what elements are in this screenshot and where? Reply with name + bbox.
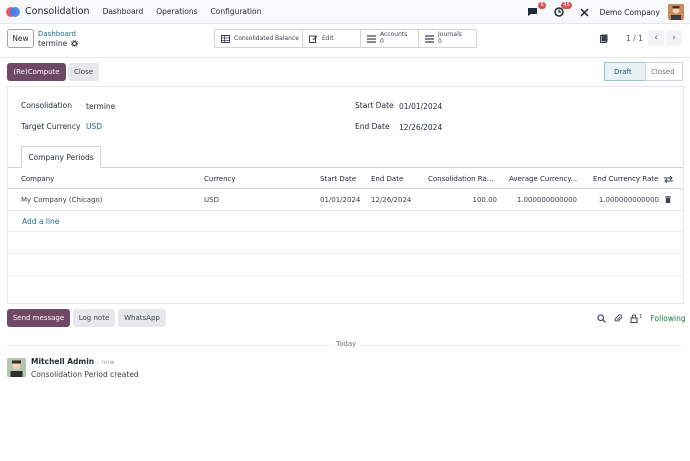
list-icon bbox=[425, 34, 434, 43]
breadcrumb-current: termine bbox=[38, 39, 79, 48]
following-button[interactable]: Following bbox=[651, 314, 686, 323]
debug-button[interactable] bbox=[578, 5, 592, 19]
column-currency[interactable]: Currency bbox=[204, 175, 236, 183]
paperclip-icon[interactable] bbox=[614, 313, 622, 323]
user-avatar[interactable] bbox=[668, 4, 684, 20]
column-start-date[interactable]: Start Date bbox=[320, 175, 356, 183]
cell-start-date: 01/01/2024 bbox=[320, 196, 361, 204]
messages-button[interactable]: 6 bbox=[526, 2, 546, 19]
app-logo-icon[interactable] bbox=[6, 6, 20, 17]
table-header: Company Currency Start Date End Date Con… bbox=[8, 169, 683, 189]
consolidation-field[interactable]: termine bbox=[86, 102, 115, 111]
form-sheet: Consolidation termine Target Currency US… bbox=[7, 86, 684, 304]
start-date-field[interactable]: 01/01/2024 bbox=[399, 102, 442, 111]
statusbar: (Re)Compute Close Draft Closed bbox=[0, 58, 690, 85]
company-switcher[interactable]: Demo Company bbox=[600, 8, 660, 17]
chatter-topbar: 1 Following bbox=[597, 310, 686, 326]
stage-closed[interactable]: Closed bbox=[645, 62, 683, 81]
consolidated-balance-button[interactable]: Consolidated Balance bbox=[215, 30, 303, 47]
add-line-link[interactable]: Add a line bbox=[22, 217, 59, 226]
column-company[interactable]: Company bbox=[21, 175, 54, 183]
column-consolidation-rate[interactable]: Consolidation Ra... bbox=[428, 175, 493, 183]
new-button[interactable]: New bbox=[7, 29, 34, 48]
lock-icon bbox=[630, 313, 638, 323]
messages-badge: 6 bbox=[538, 2, 546, 9]
edit-button[interactable]: Edit bbox=[303, 30, 361, 47]
followers-button[interactable]: 1 bbox=[630, 314, 643, 323]
send-message-button[interactable]: Send message bbox=[7, 309, 70, 327]
stage-draft[interactable]: Draft bbox=[604, 62, 646, 81]
menu-operations[interactable]: Operations bbox=[156, 7, 197, 16]
edit-icon bbox=[309, 35, 318, 43]
table-row-divider bbox=[8, 275, 683, 276]
column-end-currency-rate[interactable]: End Currency Rate bbox=[593, 175, 658, 183]
tab-company-periods[interactable]: Company Periods bbox=[21, 146, 101, 168]
message-time: - now bbox=[96, 358, 115, 366]
message-author-name[interactable]: Mitchell Admin bbox=[31, 357, 94, 366]
list-icon bbox=[367, 34, 376, 43]
end-date-label: End Date bbox=[355, 122, 390, 131]
app-name[interactable]: Consolidation bbox=[25, 6, 90, 17]
column-average-currency-rate[interactable]: Average Currency... bbox=[509, 175, 577, 183]
tab-divider bbox=[8, 167, 683, 168]
optional-columns-icon[interactable] bbox=[664, 176, 673, 183]
chevron-left-icon: ‹ bbox=[654, 33, 658, 43]
edit-label: Edit bbox=[322, 35, 334, 42]
menu-configuration[interactable]: Configuration bbox=[211, 7, 262, 16]
menu-dashboard[interactable]: Dashboard bbox=[103, 7, 144, 16]
table-icon bbox=[221, 34, 230, 43]
table-row[interactable]: My Company (Chicago) USD 01/01/2024 12/2… bbox=[8, 189, 683, 211]
consolidated-balance-label: Consolidated Balance bbox=[234, 35, 299, 42]
accounts-count: 0 bbox=[380, 37, 384, 45]
pager-previous-button[interactable]: ‹ bbox=[648, 30, 664, 46]
activities-button[interactable]: 45 bbox=[552, 2, 572, 19]
target-currency-field[interactable]: USD bbox=[86, 122, 102, 131]
followers-count: 1 bbox=[639, 313, 643, 320]
consolidation-label: Consolidation bbox=[21, 101, 72, 110]
cell-consolidation-rate: 100.00 bbox=[472, 196, 498, 204]
close-button[interactable]: Close bbox=[68, 63, 99, 81]
message-body: Consolidation Period created bbox=[31, 370, 139, 379]
date-separator-label: Today bbox=[332, 340, 361, 348]
smart-buttons: Consolidated Balance Edit Accounts 0 Jour… bbox=[214, 29, 477, 48]
cell-currency: USD bbox=[204, 196, 219, 204]
pager-value[interactable]: 1 / 1 bbox=[626, 34, 643, 43]
end-date-field[interactable]: 12/26/2024 bbox=[399, 123, 442, 132]
log-note-button[interactable]: Log note bbox=[73, 309, 115, 327]
cell-average-rate: 1.000000000000 bbox=[516, 196, 577, 204]
trash-icon[interactable] bbox=[665, 196, 671, 203]
recompute-button[interactable]: (Re)Compute bbox=[7, 63, 66, 81]
journals-count: 0 bbox=[438, 37, 442, 45]
start-date-label: Start Date bbox=[355, 101, 394, 110]
table-row-divider bbox=[8, 253, 683, 254]
breadcrumb-current-label: termine bbox=[38, 39, 68, 48]
column-end-date[interactable]: End Date bbox=[371, 175, 403, 183]
message-author: Mitchell Admin - now bbox=[31, 357, 115, 366]
activities-badge: 45 bbox=[561, 2, 572, 9]
chat-icon bbox=[528, 8, 538, 16]
top-navbar: Consolidation Dashboard Operations Confi… bbox=[0, 0, 690, 24]
accounts-button[interactable]: Accounts 0 bbox=[361, 30, 419, 47]
breadcrumb-parent[interactable]: Dashboard bbox=[38, 30, 76, 38]
chevron-right-icon: › bbox=[672, 33, 676, 43]
message-author-avatar[interactable] bbox=[7, 358, 26, 377]
table-row-divider bbox=[8, 231, 683, 232]
search-icon[interactable] bbox=[597, 313, 606, 323]
cell-company: My Company (Chicago) bbox=[21, 196, 103, 204]
journals-button[interactable]: Journals 0 bbox=[419, 30, 476, 47]
whatsapp-button[interactable]: WhatsApp bbox=[118, 309, 166, 327]
document-icon[interactable] bbox=[600, 34, 608, 43]
cell-end-rate: 1.000000000000 bbox=[598, 196, 659, 204]
cell-end-date: 12/26/2024 bbox=[371, 196, 412, 204]
gear-icon[interactable] bbox=[71, 40, 79, 47]
target-currency-label: Target Currency bbox=[21, 122, 81, 131]
tools-icon bbox=[580, 7, 589, 17]
control-panel: New Dashboard termine Consolidated Balan… bbox=[0, 24, 690, 58]
pager-next-button[interactable]: › bbox=[666, 30, 682, 46]
